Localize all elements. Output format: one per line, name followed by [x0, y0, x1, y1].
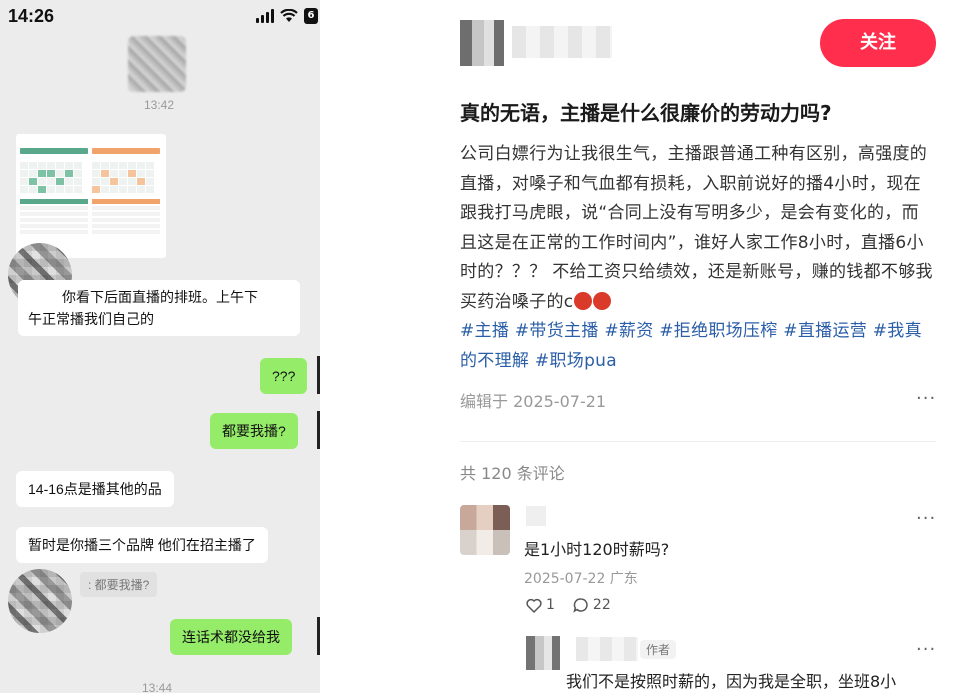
hashtag[interactable]: #主播: [460, 321, 509, 341]
reply-author-avatar[interactable]: [526, 636, 560, 670]
author-avatar[interactable]: [460, 20, 504, 66]
comment-count: 共 120 条评论: [460, 464, 565, 483]
hashtag[interactable]: #直播运营: [783, 321, 867, 341]
reply-button[interactable]: 22: [573, 597, 611, 613]
like-count: 1: [546, 597, 555, 613]
more-options-icon[interactable]: ···: [916, 388, 936, 409]
edge-marker: [317, 617, 320, 655]
chat-message-in: 你看下后面直播的排班。上午下 午正常播我们自己的: [18, 280, 300, 336]
reply-more-icon[interactable]: ···: [916, 639, 936, 660]
follow-button[interactable]: 关注: [820, 19, 936, 67]
blurred-sticker: [128, 36, 186, 92]
battery-icon: 6: [304, 8, 318, 24]
chat-message-out: ???: [260, 358, 308, 394]
angry-emoji-icon: [593, 291, 612, 310]
commenter-avatar[interactable]: [460, 505, 510, 555]
edit-date: 编辑于 2025-07-21: [460, 392, 607, 411]
post-body: 公司白嫖行为让我很生气，主播跟普通工种有区别，高强度的直播，对嗓子和气血都有损耗…: [460, 140, 936, 376]
commenter-name-blurred[interactable]: [526, 506, 546, 526]
hashtag[interactable]: #带货主播: [515, 321, 599, 341]
like-button[interactable]: 1: [526, 597, 555, 613]
comment-bubble-icon: [573, 598, 588, 613]
signal-icon: [256, 9, 274, 23]
comment-actions: 1 22: [526, 597, 611, 613]
calendar-right: [92, 148, 160, 253]
hashtag[interactable]: #拒绝职场压榨: [659, 321, 777, 341]
edge-marker: [317, 411, 320, 449]
reply-count: 22: [592, 597, 611, 613]
chat-message-out: 都要我播?: [210, 413, 298, 449]
contact-avatar[interactable]: [8, 569, 72, 633]
chat-screenshot: 14:26 6 13:42 你看下后面直播的排班。上午下 午正常播我们自己的 ?…: [0, 0, 320, 693]
hashtag[interactable]: #薪资: [604, 321, 653, 341]
chat-message-in: 暂时是你播三个品牌 他们在招主播了: [16, 527, 268, 563]
message-line-2: 午正常播我们自己的: [28, 311, 154, 327]
chat-timestamp: 13:42: [144, 98, 175, 112]
chat-timestamp: 13:44: [142, 681, 173, 693]
heart-icon: [526, 598, 542, 613]
message-line-1: 你看下后面直播的排班。上午下: [62, 289, 258, 305]
quoted-message: : 都要我播?: [80, 572, 158, 597]
schedule-image[interactable]: [16, 134, 166, 258]
calendar-left: [20, 148, 88, 253]
author-badge: 作者: [640, 640, 677, 659]
status-time: 14:26: [8, 6, 55, 26]
comment-text: 是1小时120时薪吗?: [524, 540, 670, 559]
reply-author-name-blurred[interactable]: [576, 637, 638, 661]
angry-emoji-icon: [574, 291, 593, 310]
comment-more-icon[interactable]: ···: [916, 508, 936, 529]
divider: [460, 441, 936, 442]
author-name-blurred[interactable]: [512, 26, 612, 58]
schedule-image-header: [20, 138, 162, 145]
reply-text: 我们不是按照时薪的，因为我是全职，坐班8小: [566, 672, 897, 691]
status-icons: 6: [256, 8, 318, 24]
post-text: 公司白嫖行为让我很生气，主播跟普通工种有区别，高强度的直播，对嗓子和气血都有损耗…: [460, 144, 933, 312]
edge-marker: [317, 356, 320, 394]
post-detail: 关注 真的无语，主播是什么很廉价的劳动力吗? 公司白嫖行为让我很生气，主播跟普通…: [430, 0, 960, 693]
chat-message-in: 14-16点是播其他的品: [16, 471, 174, 507]
chat-message-out: 连话术都没给我: [170, 619, 292, 655]
comment-meta: 2025-07-22 广东: [524, 571, 638, 587]
hashtag[interactable]: #职场pua: [535, 351, 617, 371]
wifi-icon: [280, 9, 298, 22]
post-title: 真的无语，主播是什么很廉价的劳动力吗?: [460, 101, 832, 125]
